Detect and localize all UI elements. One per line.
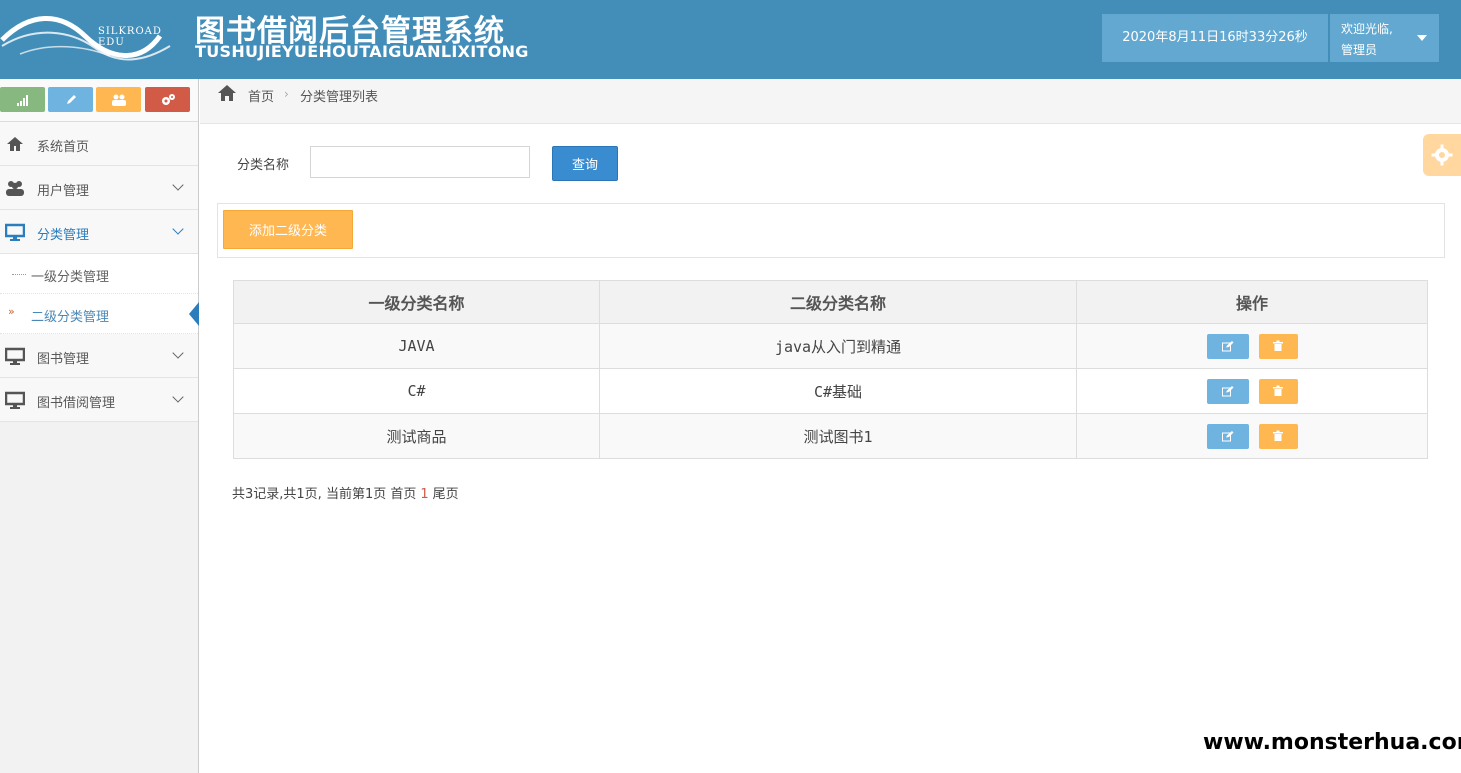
table-actions-cell <box>1076 323 1428 369</box>
tree-dash <box>12 274 26 275</box>
sidebar-subitem-level1-category[interactable]: 一级分类管理 <box>0 254 198 294</box>
welcome-text: 欢迎光临, <box>1341 22 1393 36</box>
settings-toggle[interactable] <box>1423 134 1461 176</box>
sidebar: 系统首页 用户管理 分类管理 一级分类管理 » 二级分类管理 图书管理 图书借阅… <box>0 79 199 773</box>
pagination-current-page[interactable]: 1 <box>420 487 428 502</box>
sidebar-subitem-label: 一级分类管理 <box>31 270 110 285</box>
logo: SILKROAD EDU <box>0 6 180 68</box>
header-bar: SILKROAD EDU 图书借阅后台管理系统 TUSHUJIEYUEHOUTA… <box>0 0 1461 79</box>
shortcut-cogs-button[interactable] <box>145 87 190 112</box>
logo-text: SILKROAD EDU <box>98 26 162 48</box>
add-level2-category-button[interactable]: 添加二级分类 <box>223 210 353 249</box>
pagination-last-link[interactable]: 尾页 <box>433 487 459 502</box>
table-cell: C#基础 <box>599 368 1077 414</box>
sidebar-subitem-level2-category[interactable]: » 二级分类管理 <box>0 294 199 334</box>
user-menu[interactable]: 欢迎光临, 管理员 <box>1330 14 1439 62</box>
sidebar-item-label: 图书借阅管理 <box>37 396 116 411</box>
table-cell: 测试图书1 <box>599 413 1077 459</box>
users-icon <box>111 94 126 106</box>
column-header: 二级分类名称 <box>599 280 1077 324</box>
trash-icon <box>1273 430 1283 441</box>
sidebar-shortcuts <box>0 79 198 122</box>
edit-button[interactable] <box>1206 423 1249 449</box>
search-label: 分类名称 <box>237 158 290 173</box>
table-row: JAVA java从入门到精通 <box>233 323 1428 369</box>
users-icon <box>6 181 24 196</box>
pagination: 共3记录,共1页, 当前第1页 首页 1 尾页 <box>232 483 459 502</box>
shortcut-users-button[interactable] <box>96 87 141 112</box>
column-header: 一级分类名称 <box>233 280 600 324</box>
edit-icon <box>1221 341 1233 352</box>
table-cell: JAVA <box>233 323 600 369</box>
breadcrumb: 首页 › 分类管理列表 <box>200 79 1461 124</box>
sidebar-subitem-label: 二级分类管理 <box>31 310 110 325</box>
pagination-summary: 共3记录,共1页, 当前第1页 首页 <box>232 487 417 502</box>
desktop-icon <box>5 391 25 409</box>
shortcut-pencil-button[interactable] <box>48 87 93 112</box>
category-name-input[interactable] <box>310 146 530 178</box>
chevron-down-icon <box>172 223 184 235</box>
system-subtitle: TUSHUJIEYUEHOUTAIGUANLIXITONG <box>195 42 529 61</box>
datetime-display: 2020年8月11日16时33分26秒 <box>1102 14 1328 62</box>
home-icon <box>7 137 23 151</box>
signal-icon <box>16 95 28 106</box>
sidebar-item-borrow[interactable]: 图书借阅管理 <box>0 378 198 422</box>
edit-button[interactable] <box>1206 378 1249 404</box>
breadcrumb-separator-icon: › <box>284 87 289 101</box>
category-table: 一级分类名称 二级分类名称 操作 JAVA java从入门到精通 C# C#基础… <box>233 280 1428 459</box>
home-icon <box>218 85 236 101</box>
shortcut-signal-button[interactable] <box>0 87 45 112</box>
table-row: C# C#基础 <box>233 368 1428 414</box>
column-header: 操作 <box>1076 280 1428 324</box>
breadcrumb-home-link[interactable]: 首页 <box>248 86 274 105</box>
username-text: 管理员 <box>1341 43 1378 57</box>
delete-button[interactable] <box>1258 378 1298 404</box>
edit-icon <box>1221 431 1233 442</box>
cogs-icon <box>161 94 175 105</box>
edit-button[interactable] <box>1206 333 1249 359</box>
table-header-row: 一级分类名称 二级分类名称 操作 <box>233 280 1428 324</box>
active-pointer <box>189 302 199 326</box>
sidebar-item-label: 分类管理 <box>37 228 90 243</box>
sidebar-item-label: 图书管理 <box>37 352 90 367</box>
gear-icon <box>1431 144 1453 166</box>
table-row: 测试商品 测试图书1 <box>233 413 1428 459</box>
sidebar-item-label: 用户管理 <box>37 184 90 199</box>
delete-button[interactable] <box>1258 333 1298 359</box>
chevron-down-icon <box>172 391 184 403</box>
sidebar-item-books[interactable]: 图书管理 <box>0 334 198 378</box>
caret-down-icon <box>1417 35 1427 41</box>
sidebar-item-users[interactable]: 用户管理 <box>0 166 198 210</box>
delete-button[interactable] <box>1258 423 1298 449</box>
trash-icon <box>1273 385 1283 396</box>
table-cell: java从入门到精通 <box>599 323 1077 369</box>
desktop-icon <box>5 223 25 241</box>
watermark: www.monsterhua.com <box>1203 730 1461 755</box>
table-cell: 测试商品 <box>233 413 600 459</box>
breadcrumb-current: 分类管理列表 <box>300 90 379 105</box>
sidebar-item-home[interactable]: 系统首页 <box>0 122 198 166</box>
desktop-icon <box>5 347 25 365</box>
sidebar-item-label: 系统首页 <box>37 140 90 155</box>
toolbar: 添加二级分类 <box>217 203 1445 258</box>
table-cell: C# <box>233 368 600 414</box>
edit-icon <box>1221 386 1233 397</box>
pencil-icon <box>66 95 76 104</box>
double-angle-right-icon: » <box>8 305 15 318</box>
chevron-down-icon <box>172 179 184 191</box>
sidebar-item-category[interactable]: 分类管理 <box>0 210 198 254</box>
table-actions-cell <box>1076 413 1428 459</box>
table-actions-cell <box>1076 368 1428 414</box>
trash-icon <box>1273 340 1283 351</box>
query-button[interactable]: 查询 <box>552 146 618 181</box>
chevron-down-icon <box>172 347 184 359</box>
